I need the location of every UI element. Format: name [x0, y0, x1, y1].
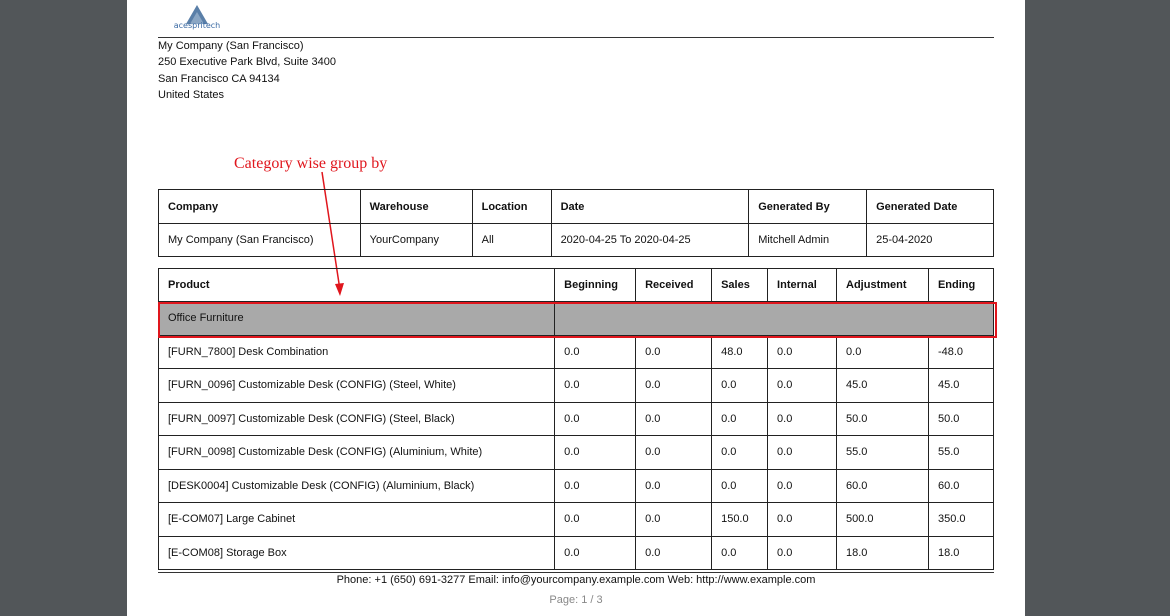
company-logo — [186, 5, 208, 24]
adjustment-cell: 45.0 — [836, 368, 929, 403]
table-row: [FURN_7800] Desk Combination 0.0 0.0 48.… — [157, 334, 995, 369]
sales-cell: 0.0 — [711, 401, 769, 436]
product-cell: [FURN_7800] Desk Combination — [157, 334, 556, 369]
adjustment-cell: 18.0 — [836, 535, 929, 570]
beginning-cell: 0.0 — [554, 468, 637, 503]
product-cell: [FURN_0097] Customizable Desk (CONFIG) (… — [157, 401, 556, 436]
info-header-cell: Generated Date — [866, 189, 994, 224]
inventory-header-cell: Product — [157, 268, 556, 302]
sales-cell: 0.0 — [711, 435, 769, 470]
received-cell: 0.0 — [635, 468, 713, 503]
inventory-header-cell: Ending — [927, 268, 995, 302]
received-cell: 0.0 — [635, 535, 713, 570]
inventory-header-cell: Sales — [711, 268, 769, 302]
inventory-header-cell: Internal — [767, 268, 838, 302]
internal-cell: 0.0 — [767, 334, 838, 369]
adjustment-cell: 500.0 — [836, 502, 929, 537]
adjustment-cell: 50.0 — [836, 401, 929, 436]
ending-cell: 45.0 — [927, 368, 995, 403]
ending-cell: 55.0 — [927, 435, 995, 470]
internal-cell: 0.0 — [767, 535, 838, 570]
ending-cell: -48.0 — [927, 334, 995, 369]
logo-text: acespritech — [173, 21, 221, 30]
info-value-row: My Company (San Francisco) YourCompany A… — [158, 223, 994, 257]
product-cell: [FURN_0096] Customizable Desk (CONFIG) (… — [157, 368, 556, 403]
adjustment-cell: 55.0 — [836, 435, 929, 470]
beginning-cell: 0.0 — [554, 334, 637, 369]
sales-cell: 48.0 — [711, 334, 769, 369]
received-cell: 0.0 — [635, 502, 713, 537]
internal-cell: 0.0 — [767, 468, 838, 503]
annotation-label: Category wise group by — [234, 155, 388, 172]
internal-cell: 0.0 — [767, 368, 838, 403]
ending-cell: 18.0 — [927, 535, 995, 570]
info-value-cell: All — [471, 223, 552, 257]
info-header-cell: Company — [158, 189, 361, 224]
category-highlight-box — [158, 302, 997, 338]
inventory-header-row: Product Beginning Received Sales Interna… — [157, 268, 995, 302]
page-number: Page: 1 / 3 — [549, 594, 603, 606]
beginning-cell: 0.0 — [554, 502, 637, 537]
info-header-cell: Location — [471, 189, 552, 224]
inventory-header-cell: Received — [635, 268, 713, 302]
info-header-cell: Generated By — [748, 189, 868, 224]
sales-cell: 150.0 — [711, 502, 769, 537]
internal-cell: 0.0 — [767, 401, 838, 436]
beginning-cell: 0.0 — [554, 368, 637, 403]
address-line: My Company (San Francisco) — [158, 40, 304, 52]
inventory-header-cell: Adjustment — [836, 268, 929, 302]
report-page: acespritech My Company (San Francisco) 2… — [127, 0, 1025, 616]
footer-contact: Phone: +1 (650) 691-3277 Email: info@you… — [336, 574, 816, 586]
address-line: United States — [158, 89, 225, 102]
address-line: San Francisco CA 94134 — [158, 72, 280, 85]
received-cell: 0.0 — [635, 401, 713, 436]
table-row: [E-COM07] Large Cabinet 0.0 0.0 150.0 0.… — [157, 502, 995, 537]
table-row: [FURN_0098] Customizable Desk (CONFIG) (… — [157, 435, 995, 470]
table-row: [FURN_0097] Customizable Desk (CONFIG) (… — [157, 401, 995, 436]
info-header-cell: Warehouse — [359, 189, 473, 224]
footer-divider — [158, 572, 994, 573]
sales-cell: 0.0 — [711, 535, 769, 570]
table-row: [E-COM08] Storage Box 0.0 0.0 0.0 0.0 18… — [157, 535, 995, 570]
sales-cell: 0.0 — [711, 368, 769, 403]
info-value-cell: YourCompany — [359, 223, 473, 257]
product-cell: [E-COM07] Large Cabinet — [157, 502, 556, 537]
adjustment-cell: 0.0 — [836, 334, 929, 369]
info-header-row: Company Warehouse Location Date Generate… — [158, 189, 994, 224]
ending-cell: 60.0 — [927, 468, 995, 503]
sales-cell: 0.0 — [711, 468, 769, 503]
beginning-cell: 0.0 — [554, 401, 637, 436]
info-header-cell: Date — [550, 189, 750, 224]
report-info-table: Company Warehouse Location Date Generate… — [158, 189, 994, 257]
table-row: [DESK0004] Customizable Desk (CONFIG) (A… — [157, 468, 995, 503]
product-cell: [FURN_0098] Customizable Desk (CONFIG) (… — [157, 435, 556, 470]
product-cell: [E-COM08] Storage Box — [157, 535, 556, 570]
address-line: 250 Executive Park Blvd, Suite 3400 — [158, 56, 336, 69]
ending-cell: 350.0 — [927, 502, 995, 537]
adjustment-cell: 60.0 — [836, 468, 929, 503]
company-address: My Company (San Francisco) 250 Executive… — [158, 38, 336, 104]
ending-cell: 50.0 — [927, 401, 995, 436]
info-value-cell: 25-04-2020 — [866, 223, 994, 257]
received-cell: 0.0 — [635, 435, 713, 470]
product-cell: [DESK0004] Customizable Desk (CONFIG) (A… — [157, 468, 556, 503]
table-row: [FURN_0096] Customizable Desk (CONFIG) (… — [157, 368, 995, 403]
internal-cell: 0.0 — [767, 435, 838, 470]
inventory-header-cell: Beginning — [554, 268, 637, 302]
received-cell: 0.0 — [635, 334, 713, 369]
info-value-cell: Mitchell Admin — [748, 223, 868, 257]
received-cell: 0.0 — [635, 368, 713, 403]
beginning-cell: 0.0 — [554, 435, 637, 470]
beginning-cell: 0.0 — [554, 535, 637, 570]
info-value-cell: 2020-04-25 To 2020-04-25 — [550, 223, 750, 257]
internal-cell: 0.0 — [767, 502, 838, 537]
info-value-cell: My Company (San Francisco) — [158, 223, 361, 257]
